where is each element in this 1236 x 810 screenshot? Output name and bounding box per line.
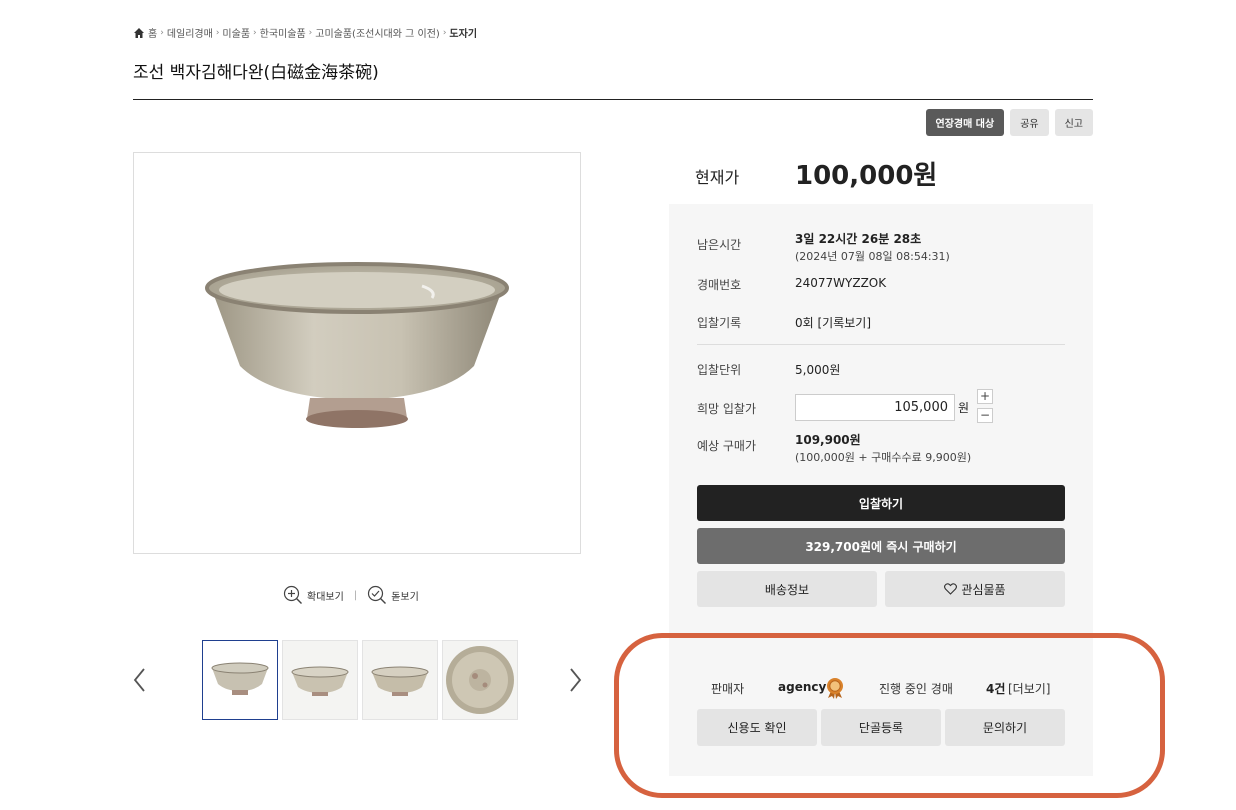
current-price-value: 100,000원: [795, 161, 938, 191]
magnifier-check-icon: [368, 585, 387, 604]
thumb-prev-icon[interactable]: [132, 665, 148, 695]
report-button[interactable]: 신고: [1054, 109, 1093, 136]
tools-separator: |: [353, 589, 358, 601]
bid-unit-value: 5,000원: [795, 363, 841, 377]
shipping-info-label: 배송정보: [764, 582, 810, 597]
thumbnail[interactable]: [362, 640, 438, 720]
breadcrumb-item-ceramics[interactable]: 도자기: [449, 25, 477, 40]
title-divider: [133, 99, 1093, 100]
breadcrumb: 홈 › 데일리경매 › 미술품 › 한국미술품 › 고미술품(조선시대와 그 이…: [133, 25, 477, 40]
thumbnail-image: [291, 666, 349, 696]
expected-price-detail: (100,000원 + 구매수수료 9,900원): [795, 451, 972, 464]
buy-now-button[interactable]: 329,700원에 즉시 구매하기: [697, 528, 1065, 564]
desired-bid-input[interactable]: [795, 394, 955, 421]
thumbnail-image: [446, 646, 514, 714]
bid-button[interactable]: 입찰하기: [697, 485, 1065, 521]
zoom-in-label: 확대보기: [307, 591, 344, 603]
regular-register-button[interactable]: 단골등록: [821, 709, 941, 746]
extended-auction-button[interactable]: 연장경매 대상: [925, 109, 1005, 136]
breadcrumb-item-antique[interactable]: 고미술품(조선시대와 그 이전): [315, 25, 440, 40]
more-auctions-link[interactable]: [더보기]: [1008, 680, 1050, 697]
ongoing-auctions-count: 4건: [986, 682, 1006, 696]
breadcrumb-item-korean-art[interactable]: 한국미술품: [260, 25, 306, 40]
auction-end-time: (2024년 07월 08일 08:54:31): [795, 250, 950, 263]
auction-number-label: 경매번호: [697, 278, 742, 292]
top-actions: 연장경매 대상 공유 신고: [925, 109, 1093, 136]
remaining-time-label: 남은시간: [697, 238, 742, 252]
image-tools: 확대보기 | 돋보기: [283, 585, 419, 605]
magnifier-label: 돋보기: [391, 591, 419, 603]
bowl-image: [205, 262, 509, 428]
inquiry-button[interactable]: 문의하기: [945, 709, 1065, 746]
breadcrumb-separator: ›: [160, 27, 164, 38]
bid-increase-button[interactable]: +: [977, 389, 993, 404]
wishlist-button[interactable]: 관심물품: [885, 571, 1065, 607]
thumbnail-strip: [202, 640, 518, 720]
breadcrumb-item-daily-auction[interactable]: 데일리경매: [167, 25, 213, 40]
breadcrumb-item-art[interactable]: 미술품: [222, 25, 250, 40]
thumbnail[interactable]: [202, 640, 278, 720]
heart-icon: [944, 583, 958, 595]
expected-price-value: 109,900원: [795, 433, 861, 447]
bid-decrease-button[interactable]: −: [977, 408, 993, 423]
zoom-in-button[interactable]: 확대보기: [283, 585, 344, 605]
breadcrumb-item-home[interactable]: 홈: [148, 25, 157, 40]
remaining-time-value: 3일 22시간 26분 28초: [795, 232, 922, 246]
currency-unit: 원: [958, 401, 970, 415]
thumb-next-icon[interactable]: [567, 665, 583, 695]
main-product-image[interactable]: [133, 152, 581, 554]
credit-check-button[interactable]: 신용도 확인: [697, 709, 817, 746]
bid-unit-label: 입찰단위: [697, 363, 742, 377]
thumbnail[interactable]: [442, 640, 518, 720]
home-icon[interactable]: [133, 27, 145, 39]
breadcrumb-separator: ›: [253, 27, 257, 38]
breadcrumb-separator: ›: [215, 27, 220, 38]
seller-label: 판매자: [711, 682, 745, 696]
bid-history-link[interactable]: 0회 [기록보기]: [795, 314, 871, 331]
zoom-in-icon: [283, 585, 302, 604]
breadcrumb-separator: ›: [442, 27, 447, 38]
info-divider: [697, 344, 1065, 345]
desired-bid-label: 희망 입찰가: [697, 402, 757, 416]
expected-price-label: 예상 구매가: [697, 439, 757, 453]
seller-name[interactable]: agency: [778, 680, 826, 694]
page-title: 조선 백자김해다완(白磁金海茶碗): [133, 63, 379, 83]
wishlist-label: 관심물품: [961, 582, 1006, 597]
bid-history-label: 입찰기록: [697, 316, 742, 330]
share-button[interactable]: 공유: [1010, 109, 1049, 136]
ongoing-auctions-label: 진행 중인 경매: [879, 682, 953, 696]
shipping-info-button[interactable]: 배송정보: [697, 571, 877, 607]
auction-number-value: 24077WYZZOK: [795, 276, 887, 290]
seller-badge-icon: [827, 678, 843, 699]
magnifier-button[interactable]: 돋보기: [367, 585, 419, 605]
breadcrumb-separator: ›: [308, 27, 313, 38]
thumbnail[interactable]: [282, 640, 358, 720]
thumbnail-image: [371, 666, 429, 696]
current-price-label: 현재가: [695, 168, 740, 187]
thumbnail-image: [211, 662, 269, 695]
